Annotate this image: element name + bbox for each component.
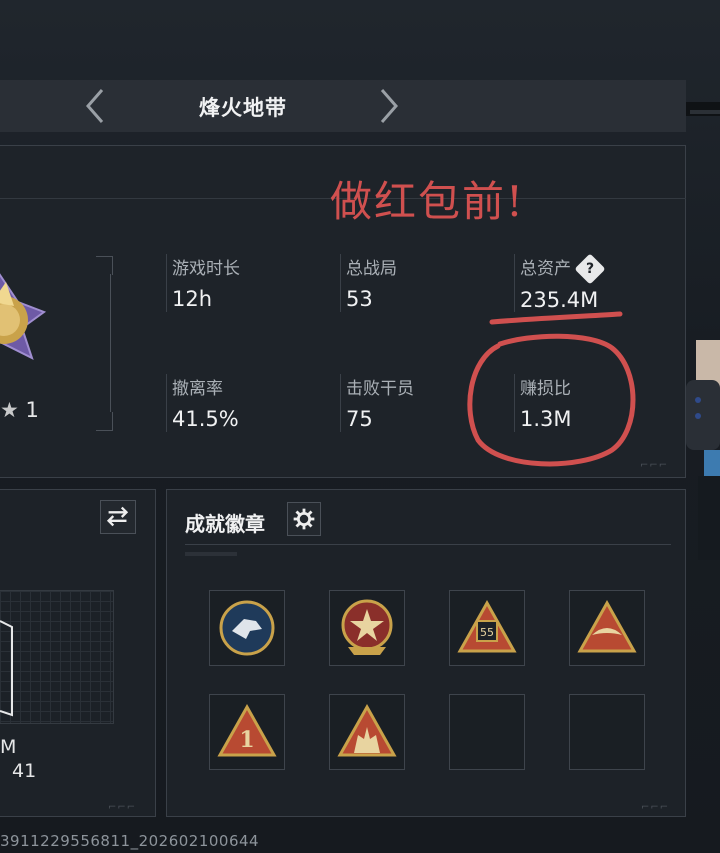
stat-label-row: 总资产?	[520, 253, 606, 285]
achievement-badge-55[interactable]: 55	[449, 590, 525, 666]
frame-corner	[96, 412, 113, 431]
gear-icon	[293, 508, 315, 530]
stat-total-matches: 总战局 53	[340, 254, 397, 312]
number-1-badge-icon: 1	[217, 703, 277, 757]
achievements-divider	[185, 544, 671, 545]
stat-divider	[340, 374, 341, 432]
achievement-badge-soldiers[interactable]	[329, 694, 405, 770]
star-icon: ★	[0, 398, 19, 422]
stat-profit-loss: 赚损比 1.3M	[514, 374, 572, 432]
stat-play-time: 游戏时长 12h	[166, 254, 240, 312]
corner-marks: ⌐⌐⌐	[108, 802, 137, 813]
stat-label: 赚损比	[520, 379, 571, 399]
number-55-badge-icon: 55	[457, 599, 517, 653]
frame-line	[110, 274, 112, 412]
wings-badge-icon	[577, 599, 637, 653]
badge-number-label: 55	[480, 626, 494, 639]
stat-divider	[166, 254, 167, 312]
achievement-badge-eagle[interactable]	[209, 590, 285, 666]
swap-arrows-icon	[106, 506, 129, 527]
mode-title-bar: 烽火地带	[0, 80, 686, 132]
next-mode-button[interactable]	[374, 86, 404, 126]
character-image	[686, 340, 720, 560]
stat-extraction-rate: 撤离率 41.5%	[166, 374, 239, 432]
corner-marks: ⌐⌐⌐	[641, 802, 670, 813]
stat-label: 游戏时长	[172, 259, 240, 279]
weapon-edge-image	[686, 102, 720, 116]
stat-value: 53	[346, 287, 373, 311]
stat-value: 1.3M	[520, 407, 572, 431]
eagle-badge-icon	[219, 600, 275, 656]
help-icon-glyph: ?	[585, 261, 595, 277]
stat-label: 总战局	[346, 259, 397, 279]
stat-value: 12h	[172, 287, 213, 311]
stat-divider	[340, 254, 341, 312]
mode-title: 烽火地带	[199, 96, 287, 120]
stat-value: 235.4M	[520, 288, 599, 312]
stat-total-assets: 总资产? 235.4M	[514, 253, 606, 312]
loadout-count: 41	[12, 760, 37, 782]
rank-star-count: ★ 1	[0, 398, 39, 422]
achievement-badge-empty[interactable]	[449, 694, 525, 770]
help-icon[interactable]: ?	[574, 253, 606, 285]
achievement-badge-empty[interactable]	[569, 694, 645, 770]
stat-value: 75	[346, 407, 373, 431]
star-shield-badge-icon	[341, 599, 393, 655]
handwritten-annotation: 做红包前!	[330, 177, 525, 226]
player-id-text: 3911229556811_202602100644	[0, 832, 260, 850]
loadout-value: M	[0, 736, 17, 758]
achievement-badge-wings[interactable]	[569, 590, 645, 666]
stat-divider	[514, 254, 515, 312]
achievements-divider-accent	[185, 552, 237, 556]
frame-corner	[96, 256, 113, 275]
swap-button[interactable]	[100, 500, 136, 534]
badge-number-label: 1	[239, 727, 254, 753]
star-count-value: 1	[25, 398, 39, 422]
corner-marks: ⌐⌐⌐	[640, 460, 669, 471]
stat-label: 总资产	[520, 259, 571, 279]
achievements-title: 成就徽章	[185, 512, 265, 536]
stat-label: 撤离率	[172, 379, 223, 399]
soldiers-badge-icon	[337, 703, 397, 757]
achievements-panel: 成就徽章 55 1 ⌐⌐⌐	[166, 489, 686, 817]
item-silhouette-icon	[0, 620, 13, 717]
stat-label: 击败干员	[346, 379, 414, 399]
stat-operators-defeated: 击败干员 75	[340, 374, 414, 432]
loadout-grid	[0, 590, 114, 724]
stat-value: 41.5%	[172, 407, 239, 431]
achievement-badge-star-shield[interactable]	[329, 590, 405, 666]
rank-medal-icon	[0, 273, 47, 360]
stat-divider	[166, 374, 167, 432]
achievement-badge-1[interactable]: 1	[209, 694, 285, 770]
achievements-settings-button[interactable]	[287, 502, 321, 536]
stat-divider	[514, 374, 515, 432]
chevron-right-icon	[380, 89, 398, 123]
